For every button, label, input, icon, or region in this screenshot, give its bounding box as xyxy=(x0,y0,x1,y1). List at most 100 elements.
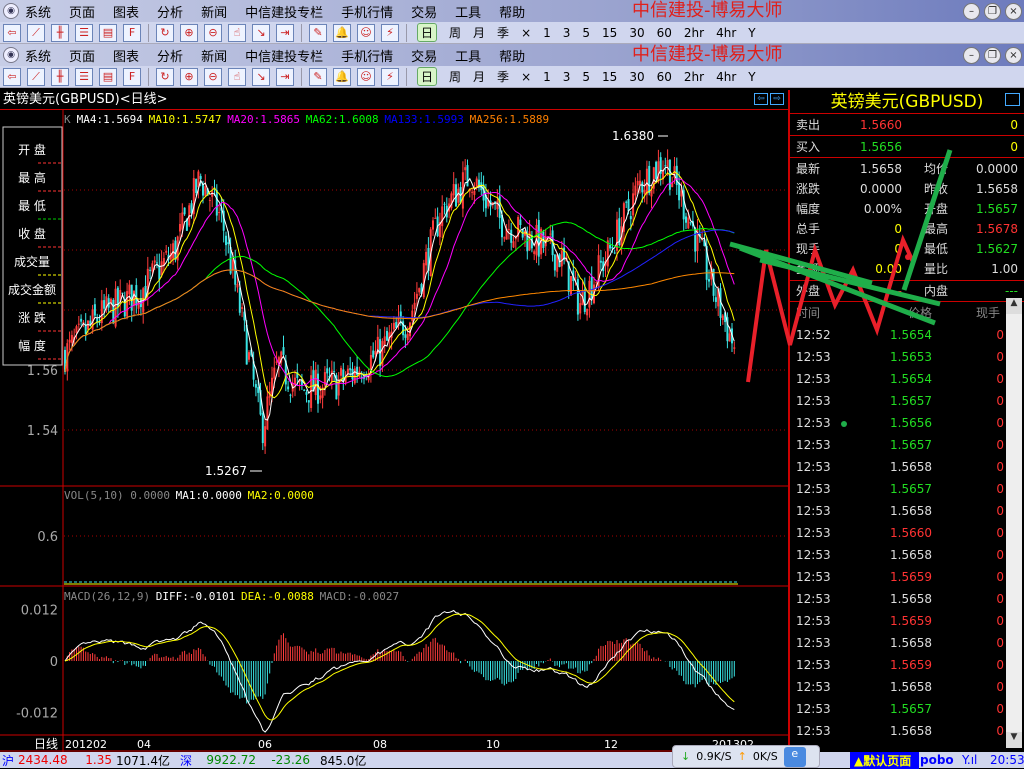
menu-item[interactable]: 系统 xyxy=(25,46,51,65)
window-icon[interactable]: ↘ xyxy=(252,23,270,42)
menu-item[interactable]: 新闻 xyxy=(201,2,227,21)
back-icon[interactable]: ⇦ xyxy=(3,23,21,42)
zoom-out-icon[interactable]: ⊖ xyxy=(204,67,222,86)
menu-item[interactable]: 交易 xyxy=(411,2,437,21)
f10-icon[interactable]: F xyxy=(123,23,141,42)
line-chart-icon[interactable]: ⟋ xyxy=(27,23,45,42)
period-季[interactable]: 季 xyxy=(497,68,509,85)
scroll-down-icon[interactable]: ▼ xyxy=(1006,732,1022,748)
default-page-button[interactable]: ▲默认页面 xyxy=(850,751,920,769)
list-icon[interactable]: ☰ xyxy=(75,23,93,42)
list-icon[interactable]: ☰ xyxy=(75,67,93,86)
menu-item[interactable]: 帮助 xyxy=(499,46,525,65)
menu-item[interactable]: 工具 xyxy=(455,2,481,21)
close-icon[interactable]: × xyxy=(1005,3,1022,20)
period-1[interactable]: 1 xyxy=(543,70,551,84)
menu-item[interactable]: 中信建投专栏 xyxy=(245,2,323,21)
system-menu-icon[interactable]: ◉ xyxy=(3,47,19,63)
prev-icon[interactable]: ⇦ xyxy=(754,93,768,105)
period-30[interactable]: 30 xyxy=(629,26,644,40)
news-icon[interactable]: ▤ xyxy=(99,23,117,42)
draw-icon[interactable]: ✎ xyxy=(309,67,327,86)
refresh-icon[interactable]: ↻ xyxy=(156,67,174,86)
indicator-icon[interactable]: ⇥ xyxy=(276,23,294,42)
minimize-icon[interactable]: – xyxy=(963,3,980,20)
next-icon[interactable]: ⇨ xyxy=(770,93,784,105)
menu-item[interactable]: 分析 xyxy=(157,46,183,65)
flash-icon[interactable]: ⚡ xyxy=(381,23,399,42)
quote-label: 量比 xyxy=(924,262,949,276)
kline-icon[interactable]: ╫ xyxy=(51,67,69,86)
select-icon[interactable]: ☝ xyxy=(228,67,246,86)
tick-list-scrollbar[interactable]: ▲ ▼ xyxy=(1006,298,1022,748)
period-周[interactable]: 周 xyxy=(449,24,461,41)
alarm-icon[interactable]: 🔔 xyxy=(333,23,351,42)
period-60[interactable]: 60 xyxy=(657,26,672,40)
period-4hr[interactable]: 4hr xyxy=(716,70,736,84)
kline-icon[interactable]: ╫ xyxy=(51,23,69,42)
select-icon[interactable]: ☝ xyxy=(228,23,246,42)
period-2hr[interactable]: 2hr xyxy=(684,26,704,40)
period-×[interactable]: × xyxy=(521,70,531,84)
menu-item[interactable]: 系统 xyxy=(25,2,51,21)
f10-icon[interactable]: F xyxy=(123,67,141,86)
menu-item[interactable]: 图表 xyxy=(113,46,139,65)
minimize-icon[interactable]: – xyxy=(963,47,980,64)
menu-item[interactable]: 工具 xyxy=(455,46,481,65)
menu-item[interactable]: 交易 xyxy=(411,46,437,65)
menu-item[interactable]: 页面 xyxy=(69,2,95,21)
period-周[interactable]: 周 xyxy=(449,68,461,85)
menu-item[interactable]: 手机行情 xyxy=(341,46,393,65)
period-15[interactable]: 15 xyxy=(602,26,617,40)
period-Y[interactable]: Y xyxy=(748,70,755,84)
restore-icon[interactable]: ❐ xyxy=(984,47,1001,64)
period-3[interactable]: 3 xyxy=(563,70,571,84)
system-menu-icon[interactable]: ◉ xyxy=(3,3,19,19)
period-4hr[interactable]: 4hr xyxy=(716,26,736,40)
period-Y[interactable]: Y xyxy=(748,26,755,40)
indicator-icon[interactable]: ⇥ xyxy=(276,67,294,86)
period-×[interactable]: × xyxy=(521,26,531,40)
chart-title-bar: 英镑美元(GBPUSD)<日线> ⇦ ⇨ xyxy=(0,90,788,110)
line-chart-icon[interactable]: ⟋ xyxy=(27,67,45,86)
period-30[interactable]: 30 xyxy=(629,70,644,84)
candle-body xyxy=(93,304,96,316)
menu-item[interactable]: 新闻 xyxy=(201,46,227,65)
menu-item[interactable]: 图表 xyxy=(113,2,139,21)
maximize-icon[interactable] xyxy=(1005,93,1020,106)
menu-item[interactable]: 帮助 xyxy=(499,2,525,21)
menu-item[interactable]: 中信建投专栏 xyxy=(245,46,323,65)
period-15[interactable]: 15 xyxy=(602,70,617,84)
period-3[interactable]: 3 xyxy=(563,26,571,40)
period-5[interactable]: 5 xyxy=(582,70,590,84)
close-icon[interactable]: × xyxy=(1005,47,1022,64)
period-月[interactable]: 月 xyxy=(473,68,485,85)
zoom-in-icon[interactable]: ⊕ xyxy=(180,23,198,42)
refresh-icon[interactable]: ↻ xyxy=(156,23,174,42)
flash-icon[interactable]: ⚡ xyxy=(381,67,399,86)
menu-item[interactable]: 手机行情 xyxy=(341,2,393,21)
news-icon[interactable]: ▤ xyxy=(99,67,117,86)
menu-item[interactable]: 页面 xyxy=(69,46,95,65)
menu-item[interactable]: 分析 xyxy=(157,2,183,21)
users-icon[interactable]: ☺ xyxy=(357,67,375,86)
draw-icon[interactable]: ✎ xyxy=(309,23,327,42)
alarm-icon[interactable]: 🔔 xyxy=(333,67,351,86)
kline-chart[interactable]: K MA4:1.5694 MA10:1.5747 MA20:1.5865 MA62:1.… xyxy=(0,110,788,752)
zoom-out-icon[interactable]: ⊖ xyxy=(204,23,222,42)
period-日[interactable]: 日 xyxy=(417,23,438,42)
users-icon[interactable]: ☺ xyxy=(357,23,375,42)
back-icon[interactable]: ⇦ xyxy=(3,67,21,86)
period-1[interactable]: 1 xyxy=(543,26,551,40)
period-月[interactable]: 月 xyxy=(473,24,485,41)
scroll-up-icon[interactable]: ▲ xyxy=(1006,298,1022,314)
browser-icon[interactable]: e xyxy=(783,746,806,767)
period-60[interactable]: 60 xyxy=(657,70,672,84)
window-icon[interactable]: ↘ xyxy=(252,67,270,86)
period-季[interactable]: 季 xyxy=(497,24,509,41)
period-2hr[interactable]: 2hr xyxy=(684,70,704,84)
period-日[interactable]: 日 xyxy=(417,67,438,86)
restore-icon[interactable]: ❐ xyxy=(984,3,1001,20)
zoom-in-icon[interactable]: ⊕ xyxy=(180,67,198,86)
period-5[interactable]: 5 xyxy=(582,26,590,40)
